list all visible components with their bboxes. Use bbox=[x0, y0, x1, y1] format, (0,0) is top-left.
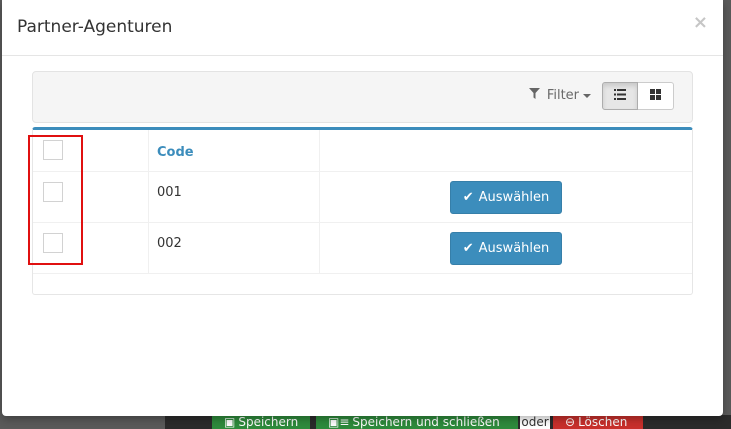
modal-title: Partner-Agenturen bbox=[17, 17, 173, 37]
modal-header: Partner-Agenturen × bbox=[2, 0, 723, 56]
select-button[interactable]: ✔ Auswählen bbox=[449, 180, 563, 214]
select-button-label: Auswählen bbox=[478, 189, 550, 205]
caret-down-icon bbox=[583, 93, 592, 98]
grid-toolbar: Filter bbox=[32, 71, 693, 123]
save-label: Speichern bbox=[238, 415, 299, 429]
table-header-row: Code bbox=[33, 130, 692, 172]
code-value: 001 bbox=[157, 184, 182, 200]
delete-label: Löschen bbox=[578, 415, 628, 429]
filter-dropdown[interactable]: Filter bbox=[529, 88, 592, 103]
or-label: oder bbox=[520, 415, 550, 429]
row-checkbox-cell bbox=[33, 222, 149, 274]
select-button-label: Auswählen bbox=[478, 240, 550, 256]
code-cell: 001 bbox=[148, 171, 320, 223]
check-icon: ✔ bbox=[462, 189, 474, 205]
grid-icon bbox=[650, 88, 661, 104]
table-row: 002 ✔ Auswählen bbox=[33, 222, 692, 274]
filter-icon bbox=[529, 88, 544, 102]
code-column-header: Code bbox=[148, 130, 320, 172]
action-column-header bbox=[319, 130, 692, 172]
filter-label: Filter bbox=[546, 88, 580, 103]
partner-agencies-modal: Partner-Agenturen × Filter Code 001 ✔ Au… bbox=[2, 0, 723, 416]
grid-view-button[interactable] bbox=[638, 82, 674, 110]
code-sort-link[interactable]: Code bbox=[157, 145, 319, 160]
partner-table: Code 001 ✔ Auswählen 002 ✔ Auswählen bbox=[33, 130, 692, 274]
select-all-checkbox[interactable] bbox=[43, 140, 63, 160]
select-all-cell bbox=[33, 130, 149, 172]
code-value: 002 bbox=[157, 235, 182, 251]
row-checkbox-cell bbox=[33, 171, 149, 223]
row-checkbox[interactable] bbox=[43, 232, 63, 253]
code-cell: 002 bbox=[148, 222, 320, 274]
row-checkbox[interactable] bbox=[43, 181, 63, 202]
action-cell: ✔ Auswählen bbox=[319, 171, 692, 223]
close-icon[interactable]: × bbox=[693, 13, 708, 33]
save-close-label: Speichern und schließen bbox=[352, 415, 500, 429]
table-row: 001 ✔ Auswählen bbox=[33, 171, 692, 223]
check-icon: ✔ bbox=[462, 240, 474, 256]
save-and-close-button[interactable]: ▣≡ Speichern und schließen bbox=[316, 415, 518, 429]
list-view-button[interactable] bbox=[602, 82, 638, 110]
view-toggle bbox=[602, 82, 674, 110]
floppy-list-icon: ▣≡ bbox=[328, 415, 350, 429]
floppy-icon: ▣ bbox=[224, 415, 236, 429]
action-cell: ✔ Auswählen bbox=[319, 222, 692, 274]
results-panel: Code 001 ✔ Auswählen 002 ✔ Auswählen bbox=[32, 127, 693, 295]
save-button[interactable]: ▣ Speichern bbox=[212, 415, 310, 429]
list-icon bbox=[614, 88, 626, 104]
delete-button[interactable]: ⊖ Löschen bbox=[553, 415, 643, 429]
delete-icon: ⊖ bbox=[565, 415, 576, 429]
select-button[interactable]: ✔ Auswählen bbox=[449, 231, 563, 265]
